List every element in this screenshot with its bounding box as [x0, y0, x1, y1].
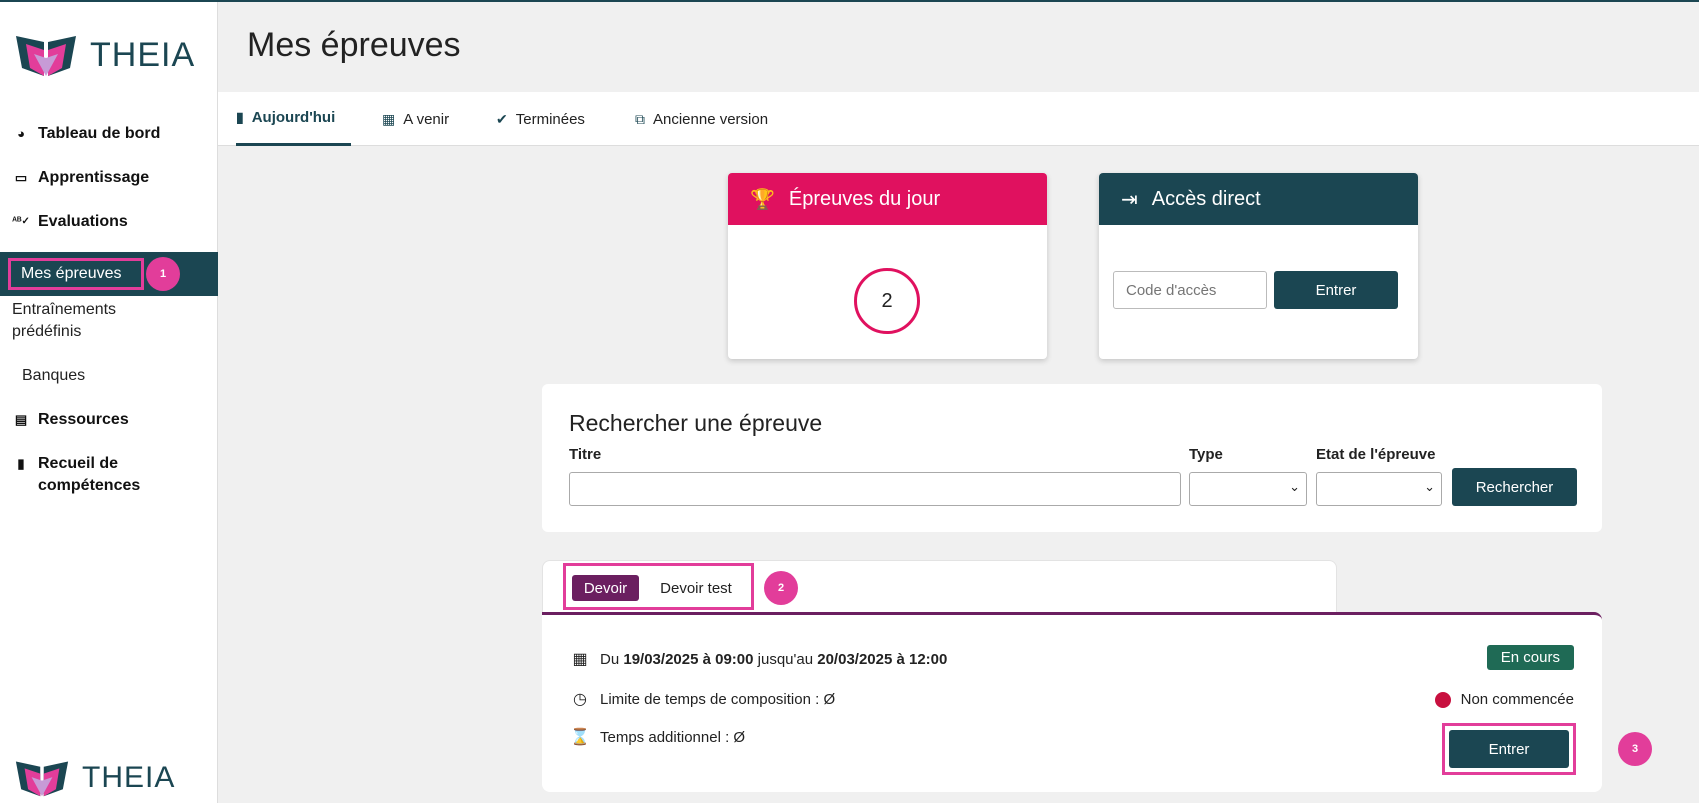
sidebar-item-predefined-training[interactable]: Entraînements prédéfinis — [0, 296, 218, 362]
chevron-down-icon: ⌄ — [1424, 479, 1435, 494]
sidebar-item-label: Recueil de compétences — [38, 455, 141, 494]
palette-icon: ◕ — [17, 126, 25, 141]
test-state: Non commencée — [1434, 691, 1574, 708]
clipboard-icon: ▮ — [17, 456, 25, 471]
sidebar-item-label: Entraînements prédéfinis — [12, 301, 117, 340]
logo[interactable]: THEIA — [14, 32, 195, 78]
card-title: Épreuves du jour — [788, 187, 941, 210]
calendar-icon: ▦ — [572, 651, 588, 668]
sidebar-item-my-tests[interactable]: Mes épreuves 1 — [0, 252, 218, 296]
annotation-badge-1: 1 — [146, 257, 180, 291]
book-icon: ▤ — [14, 412, 28, 427]
top-border — [0, 0, 1699, 2]
state-select[interactable]: ⌄ — [1316, 472, 1442, 506]
extra-time: ⌛ Temps additionnel : Ø — [570, 727, 745, 747]
tab-today[interactable]: ▮ Aujourd'hui — [236, 92, 352, 146]
sidebar-item-label: Apprentissage — [38, 169, 150, 186]
sidebar: THEIA ◕ Tableau de bord ▭ Apprentissage … — [0, 2, 218, 803]
sidebar-item-banks[interactable]: Banques — [0, 362, 218, 406]
annotation-badge-2: 2 — [764, 571, 798, 605]
direct-access-card: ⇥ Accès direct Entrer — [1099, 173, 1418, 359]
external-link-icon: ⧉ — [635, 110, 645, 127]
sidebar-item-label: Tableau de bord — [38, 125, 161, 142]
state-label: Etat de l'épreuve — [1316, 446, 1436, 463]
sign-in-icon: ⇥ — [1121, 188, 1138, 211]
sidebar-item-label: Evaluations — [38, 213, 128, 230]
title-label: Titre — [569, 446, 602, 463]
date-prefix: Du — [600, 650, 620, 668]
time-limit: ◷ Limite de temps de composition : Ø — [570, 689, 835, 709]
search-button[interactable]: Rechercher — [1452, 468, 1577, 506]
logo-footer: THEIA — [14, 758, 175, 798]
presentation-icon: ▭ — [14, 170, 28, 185]
calendar-clock-icon: ▦ — [382, 110, 396, 127]
result-type-tabs: Devoir Devoir test 2 — [542, 560, 1337, 616]
sidebar-item-label: Mes épreuves — [8, 258, 144, 290]
search-panel: Rechercher une épreuve Titre Type Etat d… — [542, 384, 1602, 532]
date-mid: jusqu'au — [757, 650, 814, 668]
check-badge-icon: ✔ — [496, 110, 508, 127]
title-input[interactable] — [569, 472, 1181, 506]
tab-label: A venir — [403, 110, 450, 128]
hourglass-slash-icon: ⌛ — [570, 729, 590, 746]
tab-label: Ancienne version — [653, 110, 769, 128]
direct-access-header: ⇥ Accès direct — [1099, 173, 1418, 225]
status-badge: En cours — [1486, 645, 1574, 670]
type-select[interactable]: ⌄ — [1189, 472, 1307, 506]
tab-label: Terminées — [515, 110, 585, 128]
tab-completed[interactable]: ✔ Terminées — [496, 92, 585, 146]
brand-name: THEIA — [90, 35, 196, 74]
test-state-text: Non commencée — [1460, 691, 1574, 708]
test-card: ▦ Du 19/03/2025 à 09:00 jusqu'au 20/03/2… — [542, 612, 1652, 792]
tab-old-version[interactable]: ⧉ Ancienne version — [635, 92, 768, 146]
tab-bar: ▮ Aujourd'hui ▦ A venir ✔ Terminées ⧉ An… — [218, 92, 1699, 146]
sidebar-item-dashboard[interactable]: ◕ Tableau de bord — [0, 120, 218, 164]
sidebar-item-resources[interactable]: ▤ Ressources — [0, 406, 218, 450]
spellcheck-icon: ᴬᴮ✓ — [12, 216, 30, 227]
clipboard-icon: ▮ — [236, 109, 244, 125]
book-logo-icon — [16, 36, 76, 76]
tab-devoir-test[interactable]: Devoir test — [647, 575, 745, 601]
chevron-down-icon: ⌄ — [1289, 479, 1300, 494]
sidebar-item-label: Ressources — [38, 411, 129, 428]
tab-label: Aujourd'hui — [251, 109, 336, 126]
enter-test-button[interactable]: Entrer — [1449, 730, 1569, 768]
daily-tests-count: 2 — [854, 268, 920, 334]
sidebar-item-label: Banques — [22, 367, 86, 384]
date-start: 19/03/2025 à 09:00 — [623, 650, 754, 668]
status-dot — [1434, 691, 1451, 708]
access-code-input[interactable] — [1113, 271, 1267, 309]
book-logo-icon — [15, 761, 69, 797]
tab-devoir[interactable]: Devoir — [572, 575, 639, 601]
extra-time-text: Temps additionnel : Ø — [600, 728, 746, 746]
date-range: ▦ Du 19/03/2025 à 09:00 jusqu'au 20/03/2… — [570, 649, 947, 669]
annotation-badge-3: 3 — [1618, 732, 1652, 766]
search-title: Rechercher une épreuve — [569, 410, 823, 436]
card-title: Accès direct — [1151, 187, 1261, 210]
brand-name: THEIA — [82, 761, 176, 794]
sidebar-item-competencies[interactable]: ▮ Recueil de compétences — [0, 450, 218, 510]
trophy-icon: 🏆 — [750, 188, 775, 211]
type-label: Type — [1189, 446, 1223, 463]
clock-icon: ◷ — [573, 691, 587, 708]
access-enter-button[interactable]: Entrer — [1274, 271, 1398, 309]
time-limit-text: Limite de temps de composition : Ø — [600, 690, 836, 708]
sidebar-item-learning[interactable]: ▭ Apprentissage — [0, 164, 218, 208]
sidebar-nav: ◕ Tableau de bord ▭ Apprentissage ᴬᴮ✓ Ev… — [0, 120, 218, 510]
daily-tests-card: 🏆 Épreuves du jour 2 — [728, 173, 1047, 359]
date-end: 20/03/2025 à 12:00 — [817, 650, 948, 668]
page-title: Mes épreuves — [247, 26, 461, 64]
daily-tests-header: 🏆 Épreuves du jour — [728, 173, 1047, 225]
tab-upcoming[interactable]: ▦ A venir — [382, 92, 449, 146]
sidebar-item-evaluations[interactable]: ᴬᴮ✓ Evaluations — [0, 208, 218, 252]
